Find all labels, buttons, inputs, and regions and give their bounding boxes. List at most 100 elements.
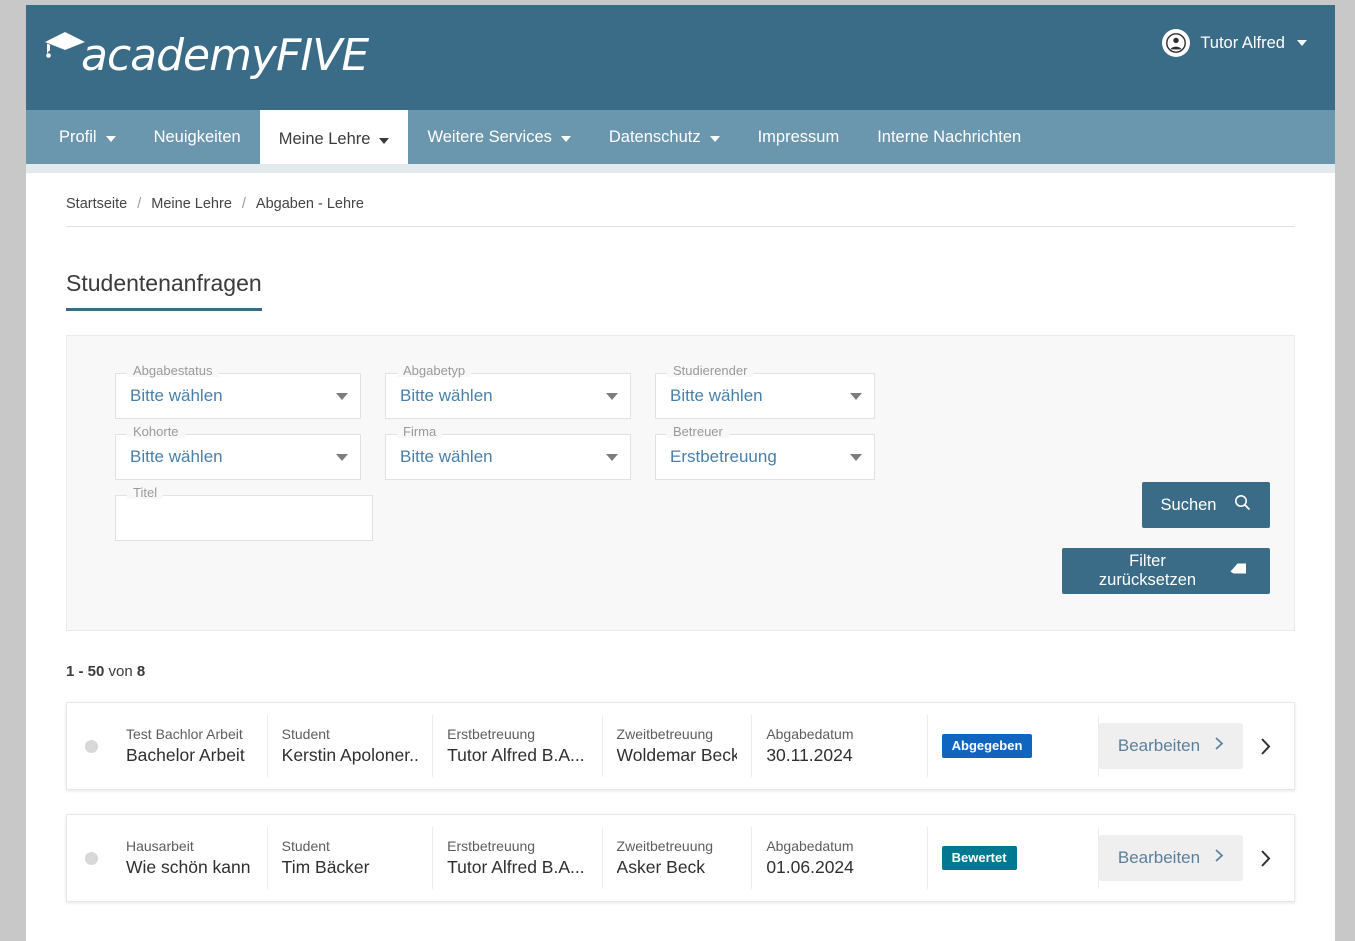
filter-label: Abgabetyp [397, 364, 472, 377]
cell-value: Tutor Alfred B.A... [447, 745, 585, 765]
select-control[interactable]: Bitte wählen [115, 373, 361, 419]
nav-item-meine-lehre[interactable]: Meine Lehre [259, 106, 409, 164]
cell-abgabedatum: Abgabedatum 01.06.2024 [752, 827, 928, 889]
select-control[interactable]: Bitte wählen [385, 434, 631, 480]
chevron-down-icon [606, 392, 618, 400]
select-value: Erstbetreuung [670, 447, 777, 466]
cell-value: Woldemar Beck [616, 745, 738, 765]
result-von: von [108, 663, 133, 680]
app-page: academyFIVE Tutor Alfred Profil Neuigkei… [26, 5, 1335, 941]
table-row[interactable]: Hausarbeit Wie schön kann S Student Tim … [66, 814, 1295, 902]
edit-button[interactable]: Bearbeiten [1098, 723, 1243, 769]
filter-firma[interactable]: Firma Bitte wählen [385, 425, 631, 480]
search-icon [1234, 494, 1251, 516]
logo-text: academyFIVE [81, 30, 369, 81]
chevron-down-icon [336, 453, 348, 461]
result-range: 1 - 50 [66, 663, 105, 680]
nav-item-interne-nachrichten[interactable]: Interne Nachrichten [858, 110, 1040, 164]
app-logo[interactable]: academyFIVE [41, 21, 369, 91]
edit-button-label: Bearbeiten [1117, 736, 1201, 755]
filter-label: Betreuer [667, 425, 729, 438]
filter-label: Titel [127, 486, 164, 499]
nav-underline-strip [26, 164, 1335, 173]
breadcrumb-item-startseite[interactable]: Startseite [66, 196, 127, 212]
chevron-down-icon [606, 453, 618, 461]
cell-actions: Bearbeiten [1098, 723, 1276, 769]
cell-value: Kerstin Apoloner... [281, 745, 419, 765]
filter-panel: Abgabestatus Bitte wählen Abgabetyp Bitt… [66, 335, 1295, 631]
search-button[interactable]: Suchen [1142, 482, 1270, 528]
filter-label: Studierender [667, 364, 754, 377]
nav-label: Meine Lehre [278, 129, 371, 148]
cell-zweitbetreuung: Zweitbetreuung Woldemar Beck [603, 715, 753, 777]
cell-label: Test Bachlor Arbeit [126, 726, 243, 742]
cell-label: Erstbetreuung [447, 726, 536, 742]
user-menu[interactable]: Tutor Alfred [1162, 29, 1307, 57]
select-value: Bitte wählen [400, 447, 493, 466]
nav-label: Impressum [757, 127, 840, 146]
cell-label: Abgabedatum [766, 726, 854, 742]
titel-input[interactable] [130, 508, 360, 528]
cell-zweitbetreuung: Zweitbetreuung Asker Beck [603, 827, 753, 889]
chevron-down-icon [709, 136, 720, 142]
cell-titel: Test Bachlor Arbeit Bachelor Arbeit [112, 715, 268, 777]
cell-label: Student [281, 726, 330, 742]
edit-button[interactable]: Bearbeiten [1098, 835, 1243, 881]
select-value: Bitte wählen [130, 447, 223, 466]
filter-abgabestatus[interactable]: Abgabestatus Bitte wählen [115, 364, 361, 419]
text-input-control[interactable] [115, 495, 373, 541]
filter-abgabetyp[interactable]: Abgabetyp Bitte wählen [385, 364, 631, 419]
chevron-right-icon [1214, 736, 1224, 756]
select-control[interactable]: Bitte wählen [115, 434, 361, 480]
chevron-down-icon [1297, 40, 1307, 46]
chevron-down-icon [850, 453, 862, 461]
nav-item-weitere-services[interactable]: Weitere Services [408, 110, 589, 164]
row-expand-chevron-right-icon[interactable] [1259, 737, 1272, 756]
cell-label: Abgabedatum [766, 838, 854, 854]
select-control[interactable]: Bitte wählen [385, 373, 631, 419]
nav-item-neuigkeiten[interactable]: Neuigkeiten [135, 110, 260, 164]
filter-titel[interactable]: Titel [115, 486, 373, 541]
filter-betreuer[interactable]: Betreuer Erstbetreuung [655, 425, 875, 480]
select-value: Bitte wählen [400, 386, 493, 405]
row-status-dot-icon [85, 851, 98, 865]
cell-label: Zweitbetreuung [616, 726, 714, 742]
cell-student: Student Tim Bäcker [268, 827, 434, 889]
nav-label: Profil [59, 127, 97, 146]
page-title-wrapper: Studentenanfragen [66, 270, 262, 311]
select-control[interactable]: Erstbetreuung [655, 434, 875, 480]
nav-label: Interne Nachrichten [877, 127, 1022, 146]
cell-status: Bewertet [928, 827, 1099, 889]
breadcrumb-item-meine-lehre[interactable]: Meine Lehre [151, 196, 232, 212]
cell-label: Zweitbetreuung [616, 838, 714, 854]
filter-label: Kohorte [127, 425, 185, 438]
nav-label: Weitere Services [427, 127, 552, 146]
nav-item-profil[interactable]: Profil [40, 110, 135, 164]
page-title-underline [66, 308, 262, 311]
cell-value: Tutor Alfred B.A... [447, 857, 585, 877]
page-title: Studentenanfragen [66, 270, 262, 296]
cell-value: Tim Bäcker [281, 857, 370, 877]
nav-label: Datenschutz [608, 127, 701, 146]
app-header: academyFIVE Tutor Alfred [26, 5, 1335, 110]
filter-kohorte[interactable]: Kohorte Bitte wählen [115, 425, 361, 480]
eraser-icon [1229, 560, 1248, 582]
filter-studierender[interactable]: Studierender Bitte wählen [655, 364, 875, 419]
table-row[interactable]: Test Bachlor Arbeit Bachelor Arbeit Stud… [66, 702, 1295, 790]
cell-label: Erstbetreuung [447, 838, 536, 854]
row-expand-chevron-right-icon[interactable] [1259, 849, 1272, 868]
select-control[interactable]: Bitte wählen [655, 373, 875, 419]
filter-actions: Suchen Filter zurücksetzen [1062, 482, 1270, 594]
cell-value: 01.06.2024 [766, 857, 854, 877]
reset-filter-label: Filter zurücksetzen [1098, 552, 1197, 589]
results-list: Test Bachlor Arbeit Bachelor Arbeit Stud… [66, 702, 1295, 902]
cell-label: Student [281, 838, 330, 854]
select-value: Bitte wählen [670, 386, 763, 405]
breadcrumb-item-abgaben-lehre[interactable]: Abgaben - Lehre [256, 196, 364, 212]
nav-item-datenschutz[interactable]: Datenschutz [590, 110, 739, 164]
nav-item-impressum[interactable]: Impressum [739, 110, 859, 164]
chevron-down-icon [105, 136, 116, 142]
reset-filter-button[interactable]: Filter zurücksetzen [1062, 548, 1270, 594]
cell-value: Wie schön kann S [126, 857, 253, 877]
chevron-down-icon [336, 392, 348, 400]
